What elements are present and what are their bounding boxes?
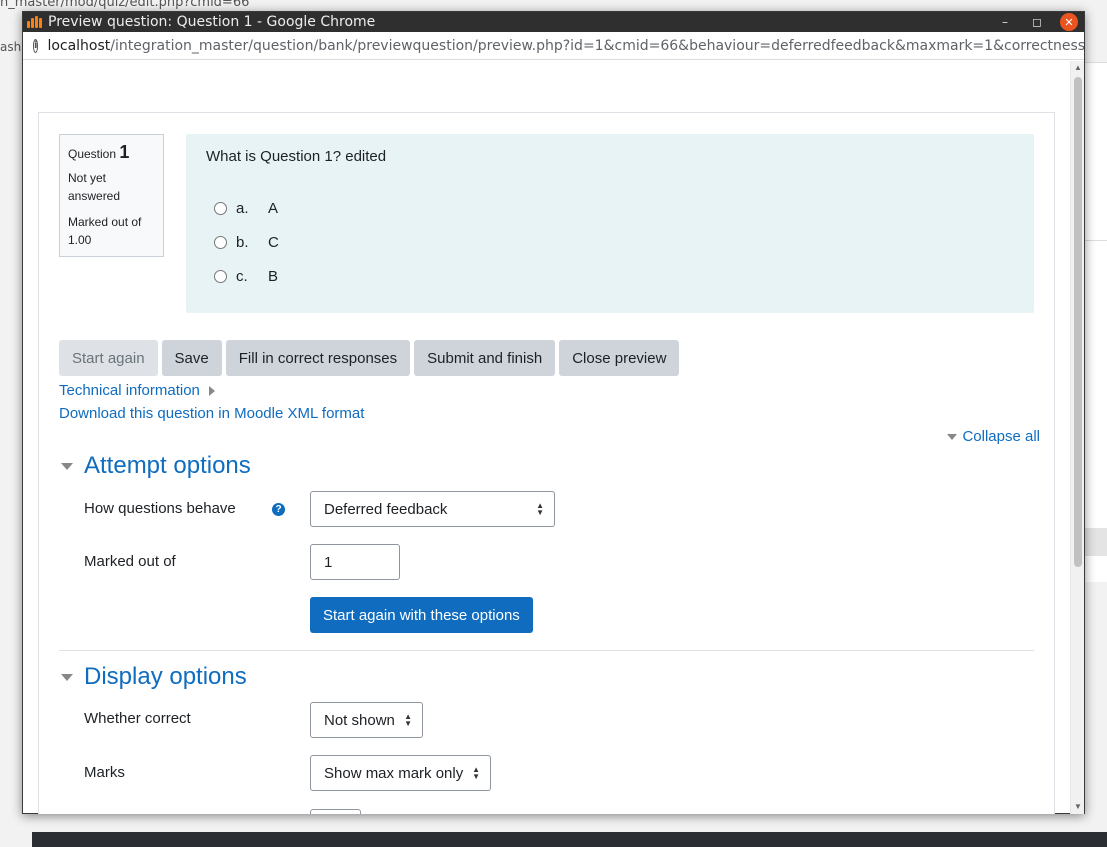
close-preview-button[interactable]: Close preview	[559, 340, 680, 376]
background-footer	[32, 832, 1107, 847]
answer-option-a[interactable]: a. A	[206, 191, 1014, 225]
caret-down-icon	[61, 673, 73, 681]
scrollbar-thumb[interactable]	[1074, 77, 1082, 567]
answer-letter: a.	[236, 199, 249, 217]
address-bar[interactable]: i localhost/integration_master/question/…	[23, 32, 1084, 60]
download-xml-row: Download this question in Moodle XML for…	[59, 405, 364, 423]
question-content: What is Question 1? edited a. A b. C c. …	[186, 134, 1034, 313]
window-title: Preview question: Question 1 - Google Ch…	[48, 14, 376, 30]
page-viewport: Question 1 Not yet answered Marked out o…	[23, 61, 1071, 814]
radio-button-b[interactable]	[214, 235, 227, 249]
url-path: /integration_master/question/bank/previe…	[110, 37, 1084, 54]
behaviour-select-value: Deferred feedback	[324, 500, 448, 518]
background-divider	[1085, 240, 1107, 241]
background-highlight-strip	[1085, 528, 1107, 556]
submit-finish-button[interactable]: Submit and finish	[414, 340, 556, 376]
answer-text: A	[268, 199, 279, 217]
close-icon[interactable]: ✕	[1060, 13, 1078, 31]
answer-option-c[interactable]: c. B	[206, 259, 1014, 293]
window-titlebar[interactable]: Preview question: Question 1 - Google Ch…	[23, 12, 1084, 32]
preview-buttons: Start again Save Fill in correct respons…	[59, 340, 680, 376]
answer-letter: c.	[236, 267, 248, 285]
select-arrows-icon: ▲ ▼	[404, 712, 412, 728]
scroll-up-icon[interactable]: ▲	[1071, 61, 1085, 75]
preview-window: Preview question: Question 1 - Google Ch…	[22, 11, 1085, 814]
vertical-scrollbar[interactable]: ▲ ▼	[1070, 61, 1084, 814]
download-xml-link[interactable]: Download this question in Moodle XML for…	[59, 405, 364, 422]
whether-correct-select[interactable]: Not shown ▲ ▼	[310, 702, 423, 738]
scroll-down-icon[interactable]: ▼	[1071, 800, 1085, 814]
question-grade: Marked out of 1.00	[68, 215, 142, 247]
whether-correct-select-value: Not shown	[324, 711, 395, 729]
start-again-button[interactable]: Start again	[59, 340, 158, 376]
marks-select-value: Show max mark only	[324, 764, 464, 782]
question-number: Question 1	[68, 143, 155, 163]
question-number-value: 1	[119, 142, 130, 162]
caret-right-icon	[208, 385, 215, 396]
question-info-box: Question 1 Not yet answered Marked out o…	[59, 134, 164, 257]
attempt-options-header[interactable]: Attempt options	[61, 452, 251, 480]
question-preview-card: Question 1 Not yet answered Marked out o…	[38, 112, 1055, 814]
display-options-title: Display options	[84, 663, 247, 690]
maximize-icon[interactable]: ◻	[1028, 13, 1046, 31]
question-state: Not yet answered	[68, 171, 121, 203]
decimal-places-select[interactable]	[310, 809, 361, 814]
start-again-options-button[interactable]: Start again with these options	[310, 597, 533, 633]
caret-down-icon	[947, 433, 958, 440]
answer-text: B	[268, 267, 279, 285]
background-url-text: n_master/mod/quiz/edit.php?cmid=66	[0, 0, 250, 10]
caret-down-icon	[61, 462, 73, 470]
moodle-icon	[26, 15, 44, 29]
answer-option-b[interactable]: b. C	[206, 225, 1014, 259]
question-text: What is Question 1? edited	[206, 148, 387, 165]
marks-label: Marks	[84, 764, 125, 781]
behaviour-select[interactable]: Deferred feedback ▲ ▼	[310, 491, 555, 527]
info-icon[interactable]: i	[33, 38, 39, 53]
marked-out-of-label: Marked out of	[84, 553, 176, 570]
collapse-all-link[interactable]: Collapse all	[962, 428, 1040, 445]
select-arrows-icon: ▲ ▼	[472, 765, 480, 781]
url-host: localhost	[47, 37, 111, 54]
answer-letter: b.	[236, 233, 249, 251]
whether-correct-label: Whether correct	[84, 710, 191, 727]
save-button[interactable]: Save	[161, 340, 222, 376]
collapse-all-toggle[interactable]: Collapse all	[947, 428, 1040, 445]
marked-out-of-input[interactable]: 1	[310, 544, 400, 580]
answer-text: C	[268, 233, 279, 251]
section-divider	[59, 650, 1034, 651]
behaviour-label: How questions behave	[84, 500, 236, 517]
technical-info-link[interactable]: Technical information	[59, 382, 200, 399]
technical-info-toggle[interactable]: Technical information	[59, 382, 215, 399]
question-label: Question	[68, 147, 117, 161]
marks-select[interactable]: Show max mark only ▲ ▼	[310, 755, 491, 791]
fill-correct-button[interactable]: Fill in correct responses	[225, 340, 411, 376]
help-icon[interactable]: ?	[272, 503, 285, 516]
attempt-options-title: Attempt options	[84, 452, 251, 479]
display-options-header[interactable]: Display options	[61, 663, 247, 691]
minimize-icon[interactable]: –	[996, 13, 1014, 31]
select-arrows-icon: ▲ ▼	[536, 501, 544, 517]
background-panel	[1085, 62, 1107, 582]
radio-button-c[interactable]	[214, 269, 227, 283]
radio-button-a[interactable]	[214, 201, 227, 215]
